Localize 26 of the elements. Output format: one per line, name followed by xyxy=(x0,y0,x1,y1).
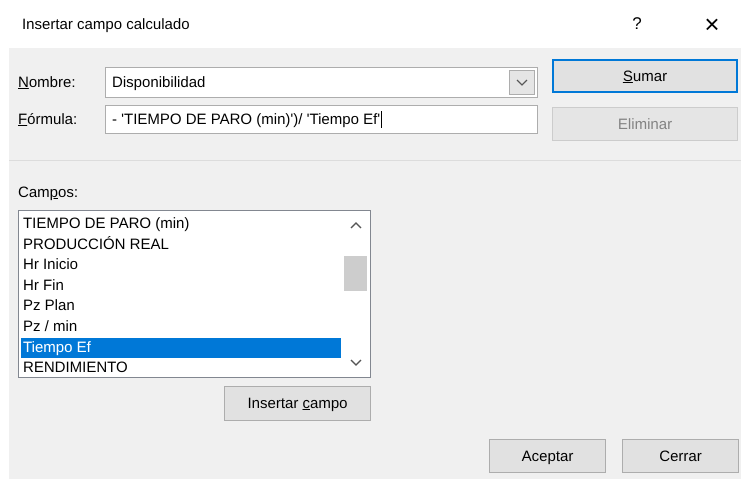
fields-label: Campos: xyxy=(18,184,80,203)
fields-list[interactable]: TIEMPO DE PARO (min) PRODUCCIÓN REAL Hr Inicio Hr Fin Pz Plan Pz / min Tiempo Ef RENDIMIENTO xyxy=(18,210,371,378)
field-item[interactable]: Pz / min xyxy=(21,316,341,338)
name-combo-box[interactable]: Disponibilidad xyxy=(105,67,538,98)
formula-label: Fórmula: xyxy=(18,111,78,128)
field-item[interactable]: Pz Plan xyxy=(21,296,341,317)
accept-button[interactable]: Aceptar xyxy=(489,439,606,473)
close-button[interactable]: × xyxy=(699,11,725,37)
chevron-down-icon xyxy=(516,78,528,86)
formula-field[interactable]: - 'TIEMPO DE PARO (min)')/ 'Tiempo Ef' xyxy=(105,105,538,134)
add-button[interactable]: Sumar xyxy=(552,59,738,93)
close-dialog-button[interactable]: Cerrar xyxy=(622,439,739,473)
scroll-up-icon[interactable] xyxy=(350,221,362,229)
help-button[interactable]: ? xyxy=(627,14,647,34)
name-label: Nombre: xyxy=(18,74,77,91)
window-title: Insertar campo calculado xyxy=(22,16,191,32)
field-item[interactable]: Hr Fin xyxy=(21,276,341,296)
field-item[interactable]: PRODUCCIÓN REAL xyxy=(21,234,341,256)
field-item[interactable]: Tiempo Ef xyxy=(21,338,341,358)
field-item[interactable]: TIEMPO DE PARO (min) xyxy=(21,214,341,235)
field-item[interactable]: Hr Inicio xyxy=(21,255,341,276)
scroll-thumb[interactable] xyxy=(344,256,367,291)
scroll-down-icon[interactable] xyxy=(350,359,362,367)
field-item[interactable]: RENDIMIENTO xyxy=(21,358,341,379)
dropdown-button[interactable] xyxy=(509,70,535,95)
insert-field-button[interactable]: Insertar campo xyxy=(224,386,371,421)
